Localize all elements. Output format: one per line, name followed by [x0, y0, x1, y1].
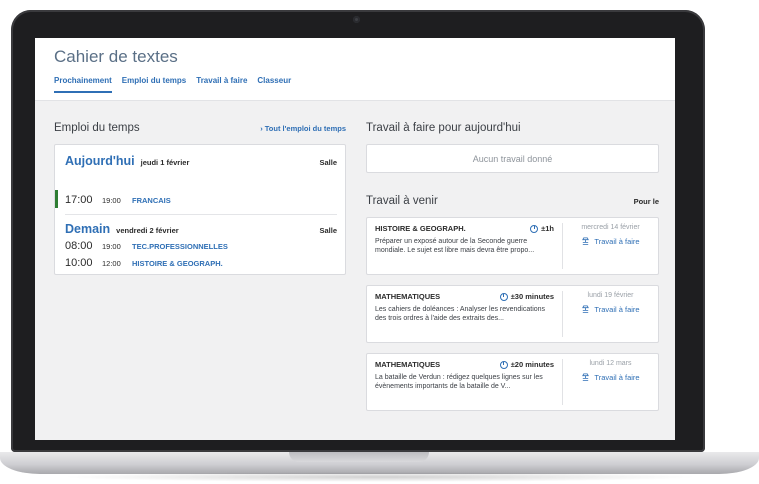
day-name: Demain [65, 222, 111, 236]
lesson-start-time: 08:00 [65, 240, 93, 252]
lesson-subject-link[interactable]: FRANCAIS [132, 196, 171, 205]
lesson-end-time: 19:00 [102, 242, 121, 251]
lesson-row[interactable]: 17:00 19:00 FRANCAIS [65, 194, 171, 206]
full-schedule-link[interactable]: › Tout l'emploi du temps [260, 124, 346, 133]
app-header: Cahier de textes Prochainement Emploi du… [35, 38, 675, 101]
camera-icon [353, 16, 360, 23]
laptop-base [0, 452, 759, 474]
homework-duration-text: ±30 minutes [510, 292, 554, 301]
lesson-subject-link[interactable]: TEC.PROFESSIONNELLES [132, 242, 228, 251]
day-name: Aujourd'hui [65, 154, 135, 168]
homework-icon [582, 305, 590, 314]
day-header-tomorrow: Demain vendredi 2 février Salle [65, 222, 337, 236]
laptop-lid: Cahier de textes Prochainement Emploi du… [11, 10, 705, 452]
homework-subject: MATHEMATIQUES [375, 292, 441, 301]
homework-icon [582, 373, 590, 382]
lesson-row[interactable]: 10:00 12:00 HISTOIRE & GEOGRAPH. [65, 257, 223, 269]
lesson-start-time: 10:00 [65, 257, 93, 269]
day-header-today: Aujourd'hui jeudi 1 février Salle [65, 154, 337, 168]
room-header: Salle [319, 226, 337, 235]
homework-section: Travail à faire pour aujourd'hui Aucun t… [366, 122, 659, 411]
due-column-label: Pour le [633, 197, 659, 206]
lesson-end-time: 19:00 [102, 196, 121, 205]
schedule-section: Emploi du temps › Tout l'emploi du temps… [54, 122, 346, 275]
tab-travail-a-faire[interactable]: Travail à faire [196, 76, 247, 93]
todo-label: Travail à faire [594, 237, 640, 246]
homework-due-date: lundi 19 février [587, 292, 634, 299]
homework-card[interactable]: MATHEMATIQUES ±30 minutes Les cahiers de… [366, 285, 659, 343]
todo-button[interactable]: Travail à faire [563, 237, 658, 246]
room-header: Salle [319, 158, 337, 167]
clock-icon [499, 360, 508, 369]
clock-icon [530, 224, 539, 233]
page-title: Cahier de textes [54, 47, 178, 66]
lesson-subject-link[interactable]: HISTOIRE & GEOGRAPH. [132, 259, 223, 268]
tab-emploi-du-temps[interactable]: Emploi du temps [122, 76, 186, 93]
laptop-notch [289, 452, 429, 462]
screen: Cahier de textes Prochainement Emploi du… [35, 38, 675, 440]
empty-homework-text: Aucun travail donné [472, 153, 553, 164]
todo-button[interactable]: Travail à faire [563, 373, 658, 382]
todo-label: Travail à faire [594, 305, 640, 314]
homework-subject: MATHEMATIQUES [375, 360, 441, 369]
homework-subject: HISTOIRE & GEOGRAPH. [375, 224, 466, 233]
upcoming-title: Travail à venir [366, 195, 438, 207]
current-lesson-indicator [55, 190, 58, 208]
schedule-card: Aujourd'hui jeudi 1 février Salle 17:00 … [54, 144, 346, 275]
clock-icon [499, 292, 508, 301]
divider [65, 214, 337, 215]
homework-due-date: mercredi 14 février [581, 224, 640, 231]
today-homework-title: Travail à faire pour aujourd'hui [366, 122, 521, 134]
homework-card[interactable]: HISTOIRE & GEOGRAPH. ±1h Préparer un exp… [366, 217, 659, 275]
homework-duration: ±20 minutes [499, 360, 554, 369]
tab-bar: Prochainement Emploi du temps Travail à … [54, 76, 291, 93]
homework-description: Les cahiers de doléances : Analyser les … [375, 306, 546, 322]
homework-description: Préparer un exposé autour de la Seconde … [375, 238, 535, 254]
lesson-end-time: 12:00 [102, 259, 121, 268]
homework-duration: ±30 minutes [499, 292, 554, 301]
homework-duration-text: ±1h [541, 224, 554, 233]
lesson-start-time: 17:00 [65, 194, 93, 206]
homework-duration-text: ±20 minutes [510, 360, 554, 369]
schedule-title: Emploi du temps [54, 122, 140, 134]
todo-label: Travail à faire [594, 373, 640, 382]
empty-homework-card: Aucun travail donné [366, 144, 659, 173]
laptop-shadow [60, 472, 700, 482]
tab-classeur[interactable]: Classeur [257, 76, 291, 93]
homework-duration: ±1h [530, 224, 554, 233]
day-date: vendredi 2 février [116, 226, 179, 235]
day-date: jeudi 1 février [140, 158, 190, 167]
homework-card[interactable]: MATHEMATIQUES ±20 minutes La bataille de… [366, 353, 659, 411]
tab-prochainement[interactable]: Prochainement [54, 76, 112, 93]
todo-button[interactable]: Travail à faire [563, 305, 658, 314]
homework-due-date: lundi 12 mars [589, 360, 632, 367]
lesson-row[interactable]: 08:00 19:00 TEC.PROFESSIONNELLES [65, 240, 228, 252]
homework-icon [582, 237, 590, 246]
homework-description: La bataille de Verdun : rédigez quelques… [375, 374, 543, 390]
